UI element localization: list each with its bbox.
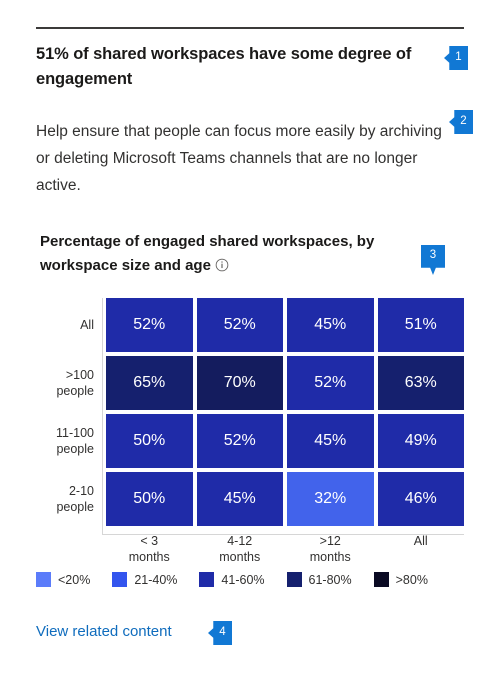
legend-swatch-icon bbox=[286, 572, 302, 587]
heatmap-cell[interactable]: 32% bbox=[287, 472, 374, 526]
heatmap-cell[interactable]: 45% bbox=[287, 298, 374, 352]
legend-item[interactable]: 21-40% bbox=[112, 572, 177, 587]
heatmap-row-label: All bbox=[80, 318, 94, 332]
legend-label: <20% bbox=[58, 572, 91, 587]
chart-y-axis-line bbox=[102, 298, 103, 534]
insight-card: 51% of shared workspaces have some degre… bbox=[0, 0, 500, 676]
card-description: Help ensure that people can focus more e… bbox=[36, 123, 442, 194]
heatmap-grid: All 52% 52% 45% 51% >100 people 65% 70% … bbox=[36, 298, 464, 526]
page-title: 51% of shared workspaces have some degre… bbox=[36, 45, 412, 88]
legend-item[interactable]: 61-80% bbox=[286, 572, 352, 587]
chart-x-axis-line bbox=[102, 534, 464, 535]
heatmap-x-axis: < 3 months 4-12 months >12 months All bbox=[36, 533, 464, 565]
heatmap-cell[interactable]: 49% bbox=[377, 414, 464, 468]
callout-badge-3[interactable]: 3 bbox=[421, 245, 445, 275]
heatmap-row-label: >100 people bbox=[56, 368, 94, 398]
legend-item[interactable]: <20% bbox=[36, 572, 90, 587]
legend-item[interactable]: 41-60% bbox=[199, 572, 265, 587]
chart-title: Percentage of engaged shared workspaces,… bbox=[40, 230, 420, 278]
legend-label: 41-60% bbox=[221, 572, 265, 587]
chart-legend: <20% 21-40% 41-60% 61-80% >80% bbox=[36, 572, 464, 587]
axis-spacer bbox=[36, 533, 102, 565]
callout-badge-4[interactable]: 4 bbox=[208, 621, 232, 645]
heatmap-chart: All 52% 52% 45% 51% >100 people 65% 70% … bbox=[36, 298, 464, 565]
chart-title-text: Percentage of engaged shared workspaces,… bbox=[40, 233, 375, 274]
heatmap-column-label: All bbox=[413, 534, 428, 548]
heatmap-row-label: 11-100 people bbox=[56, 426, 94, 456]
heatmap-cell[interactable]: 50% bbox=[106, 472, 193, 526]
legend-swatch-icon bbox=[199, 572, 215, 587]
heatmap-cell[interactable]: 45% bbox=[196, 472, 283, 526]
legend-label: 21-40% bbox=[134, 572, 178, 587]
heatmap-cell[interactable]: 52% bbox=[196, 414, 283, 468]
heatmap-cell[interactable]: 52% bbox=[196, 298, 283, 352]
callout-badge-2[interactable]: 2 bbox=[449, 110, 473, 134]
heatmap-cell[interactable]: 63% bbox=[377, 356, 464, 410]
callout-badge-1[interactable]: 1 bbox=[444, 46, 468, 70]
heatmap-column-label: >12 months bbox=[309, 534, 351, 564]
view-related-content-link[interactable]: View related content bbox=[36, 623, 172, 640]
heatmap-column-label: 4-12 months bbox=[219, 534, 261, 564]
heatmap-cell[interactable]: 52% bbox=[287, 356, 374, 410]
legend-label: >80% bbox=[395, 572, 428, 587]
heatmap-cell[interactable]: 45% bbox=[287, 414, 374, 468]
heatmap-cell[interactable]: 46% bbox=[377, 472, 464, 526]
heatmap-cell[interactable]: 65% bbox=[106, 356, 193, 410]
legend-item[interactable]: >80% bbox=[373, 572, 428, 587]
heatmap-cell[interactable]: 52% bbox=[106, 298, 193, 352]
info-circle-icon[interactable] bbox=[215, 258, 229, 272]
heatmap-column-label: < 3 months bbox=[128, 534, 170, 564]
heatmap-cell[interactable]: 51% bbox=[377, 298, 464, 352]
card-top-divider bbox=[36, 27, 464, 29]
legend-swatch-icon bbox=[112, 572, 128, 587]
heatmap-cell[interactable]: 70% bbox=[196, 356, 283, 410]
heatmap-cell[interactable]: 50% bbox=[106, 414, 193, 468]
heatmap-row-label: 2-10 people bbox=[56, 484, 94, 514]
legend-label: 61-80% bbox=[308, 572, 352, 587]
legend-swatch-icon bbox=[36, 572, 51, 587]
legend-swatch-icon bbox=[373, 572, 389, 587]
